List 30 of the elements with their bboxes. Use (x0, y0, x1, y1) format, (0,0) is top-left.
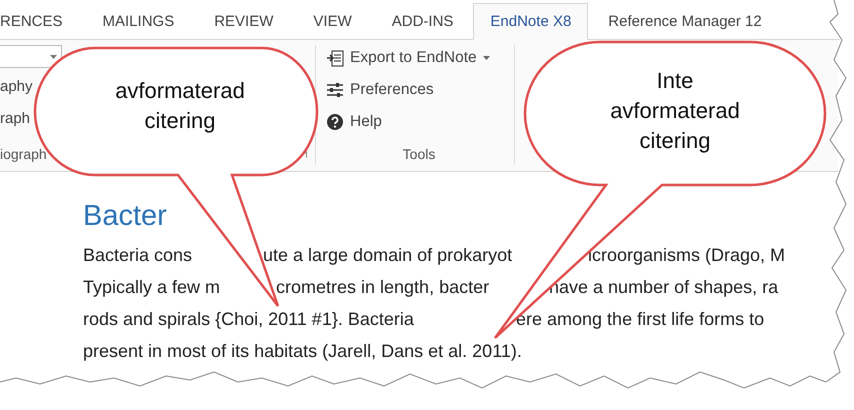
export-document-icon (326, 49, 344, 67)
ribbon-tab[interactable]: RENCES (0, 13, 83, 40)
ribbon-tab[interactable]: EndNote X8 (473, 3, 588, 40)
body-text: rods and spirals {Choi, 2011 #1}. Bacteria (83, 308, 414, 331)
body-text: ute a large domain of prokaryot (263, 244, 512, 267)
callout-text: Inte avformaterad citering (609, 67, 741, 155)
group-label: Tools (402, 146, 436, 162)
ribbon-tab[interactable]: MAILINGS (82, 13, 194, 40)
caret-icon (50, 54, 57, 58)
ribbon-tab[interactable]: REVIEW (194, 13, 294, 40)
dropdown-field[interactable] (0, 45, 62, 68)
ribbon-command[interactable]: raph (0, 106, 30, 132)
body-text: Bacteria cons (83, 244, 192, 267)
body-text: ere among the first life forms to (516, 308, 764, 331)
body-text: present in most of its habitats (Jarell, Dans et al. 2011). (83, 340, 522, 363)
sliders-icon (326, 81, 344, 99)
ribbon-tab[interactable]: Reference Manager 12 (588, 13, 782, 40)
body-text: Typically a few m (83, 276, 220, 299)
help-icon (326, 113, 344, 131)
ribbon-button[interactable]: Preferences (324, 77, 436, 103)
body-text: crometres in length, bacter (276, 276, 490, 299)
ribbon-tab[interactable]: VIEW (293, 13, 372, 40)
callout-text: avformaterad citering (114, 77, 246, 135)
group-label: iograph (0, 146, 47, 162)
ribbon-button[interactable]: Help (324, 109, 384, 135)
ribbon-tab[interactable]: ADD-INS (372, 13, 474, 40)
document-heading: Bacter (83, 199, 167, 234)
body-text: icroorganisms (Drago, M (588, 244, 786, 267)
ribbon-command[interactable]: aphy (0, 74, 33, 100)
ribbon-button[interactable]: Export to EndNote (324, 45, 492, 71)
